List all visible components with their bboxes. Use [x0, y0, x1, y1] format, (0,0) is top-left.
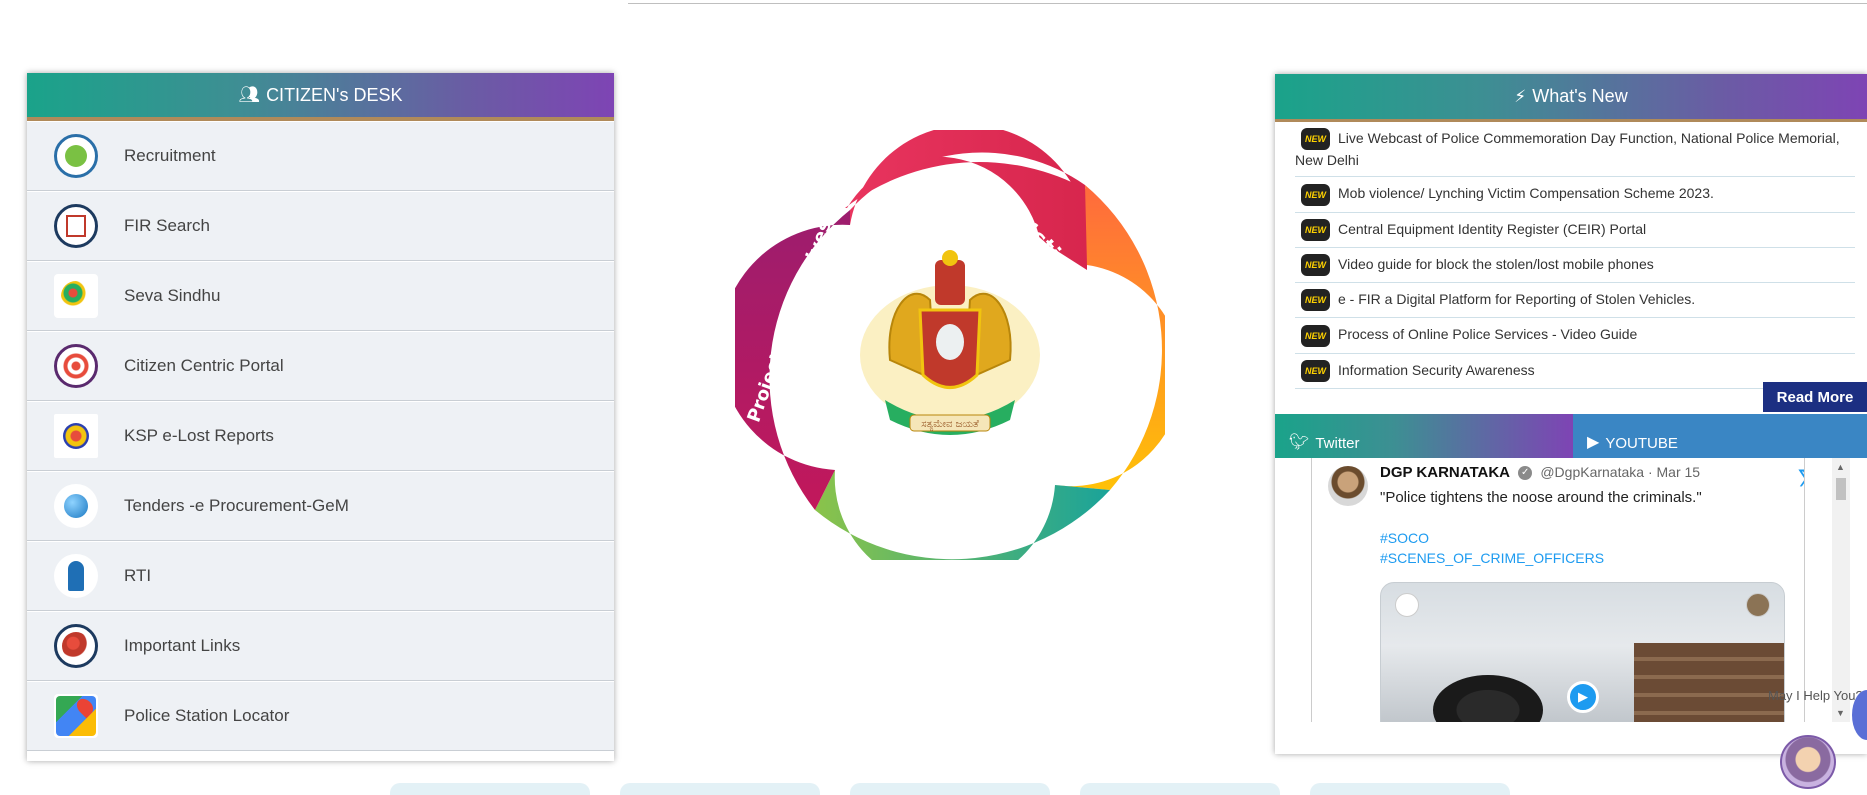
ksp-emblem-icon: [54, 414, 98, 458]
whats-new-panel: ⚡︎ What's New NEW Live Webcast of Police …: [1275, 74, 1867, 754]
desk-item-important-links[interactable]: Important Links: [27, 611, 614, 681]
tweet-body: "Police tightens the noose around the cr…: [1380, 488, 1780, 568]
news-item[interactable]: NEW Video guide for block the stolen/lost…: [1295, 248, 1855, 284]
seva-sindhu-icon: [54, 274, 98, 318]
news-item[interactable]: NEW Live Webcast of Police Commemoration …: [1295, 122, 1855, 178]
scroll-down-icon[interactable]: ▼: [1836, 708, 1845, 718]
desk-item-label: KSP e-Lost Reports: [124, 426, 274, 445]
x-logo-icon[interactable]: 𝕏: [1798, 466, 1804, 492]
top-divider: [628, 3, 1867, 4]
wheel-label-gallery: Gallery: [1122, 305, 1146, 385]
news-item[interactable]: NEW e - FIR a Digital Platform for Report…: [1295, 283, 1855, 319]
users-icon: 👥︎: [238, 85, 261, 104]
new-badge-icon: NEW: [1301, 128, 1330, 151]
desk-item-ksp-e-lost-reports[interactable]: KSP e-Lost Reports: [27, 401, 614, 471]
twitter-bird-icon: 🐦︎: [1289, 434, 1310, 451]
tweet-handle-date[interactable]: @DgpKarnataka · Mar 15: [1540, 464, 1700, 480]
chatbot-avatar-icon[interactable]: [1780, 735, 1836, 789]
wheel-label-ksp-in: KSP IN: [919, 506, 995, 530]
desk-item-label: Police Station Locator: [124, 706, 290, 725]
bottom-card[interactable]: [620, 783, 820, 795]
bottom-cards: [390, 783, 1510, 795]
bolt-icon: ⚡︎: [1514, 86, 1527, 106]
emblem-logo-icon: [1395, 593, 1419, 617]
news-item-text: Mob violence/ Lynching Victim Compensati…: [1338, 185, 1714, 202]
tweet-header: DGP KARNATAKA ✓ @DgpKarnataka · Mar 15: [1380, 464, 1700, 481]
whats-new-title: What's New: [1532, 86, 1628, 106]
citizens-desk-title: CITIZEN's DESK: [266, 84, 403, 105]
fir-search-icon: [54, 204, 98, 248]
books-image: [1634, 643, 1784, 722]
play-icon[interactable]: ▶: [1567, 681, 1599, 713]
news-item-text: Information Security Awareness: [1338, 361, 1535, 378]
new-badge-icon: NEW: [1301, 324, 1330, 347]
target-icon: [54, 344, 98, 388]
desk-item-label: Citizen Centric Portal: [124, 356, 284, 375]
news-item-text: Process of Online Police Services - Vide…: [1338, 326, 1638, 343]
rti-person-icon: [54, 554, 98, 598]
hashtag-link[interactable]: #SCENES_OF_CRIME_OFFICERS: [1380, 548, 1780, 568]
desk-item-tenders[interactable]: Tenders -e Procurement-GeM: [27, 471, 614, 541]
tweet-author-name[interactable]: DGP KARNATAKA: [1380, 464, 1510, 481]
new-badge-icon: NEW: [1301, 183, 1330, 206]
desk-item-recruitment[interactable]: Recruitment: [27, 121, 614, 191]
citizens-desk-list: Recruitment FIR Search Seva Sindhu Citiz…: [27, 121, 614, 751]
desk-item-label: FIR Search: [124, 216, 210, 235]
emblem-motto: ಸತ್ಯಮೇವ ಜಯತೆ: [921, 419, 979, 431]
google-maps-icon: [54, 694, 98, 738]
new-badge-icon: NEW: [1301, 289, 1330, 312]
scroll-thumb[interactable]: [1836, 478, 1846, 500]
gavel-image: [1433, 675, 1543, 722]
bottom-card[interactable]: [1310, 783, 1510, 795]
new-badge-icon: NEW: [1301, 218, 1330, 241]
procurement-globe-icon: [54, 484, 98, 528]
news-item-text: e - FIR a Digital Platform for Reporting…: [1338, 291, 1696, 308]
tweet-video-thumbnail[interactable]: ▶: [1380, 582, 1785, 722]
desk-item-citizen-centric-portal[interactable]: Citizen Centric Portal: [27, 331, 614, 401]
twitter-feed[interactable]: DGP KARNATAKA ✓ @DgpKarnataka · Mar 15 𝕏…: [1311, 458, 1805, 722]
citizens-desk-panel: 👥︎ CITIZEN's DESK Recruitment FIR Search…: [27, 73, 614, 761]
tweet-text: "Police tightens the noose around the cr…: [1380, 489, 1702, 506]
bottom-card[interactable]: [1080, 783, 1280, 795]
help-prompt[interactable]: May I Help You?: [1768, 688, 1863, 703]
whats-new-header: ⚡︎ What's New: [1275, 74, 1867, 122]
desk-item-police-station-locator[interactable]: Police Station Locator: [27, 681, 614, 751]
verified-icon: ✓: [1518, 466, 1533, 481]
news-item[interactable]: NEW Process of Online Police Services - V…: [1295, 318, 1855, 354]
news-item-text: Live Webcast of Police Commemoration Day…: [1295, 130, 1840, 169]
desk-item-label: Seva Sindhu: [124, 286, 221, 305]
news-item[interactable]: NEW Mob violence/ Lynching Victim Compens…: [1295, 177, 1855, 213]
avatar[interactable]: [1328, 466, 1368, 506]
tab-twitter[interactable]: 🐦︎ Twitter: [1275, 414, 1573, 466]
whats-new-list: NEW Live Webcast of Police Commemoration …: [1275, 122, 1867, 400]
news-item-text: Video guide for block the stolen/lost mo…: [1338, 255, 1654, 272]
new-badge-icon: NEW: [1301, 360, 1330, 383]
read-more-button[interactable]: Read More: [1763, 382, 1867, 412]
desk-item-label: Important Links: [124, 636, 241, 655]
hashtag-link[interactable]: #SOCO: [1380, 528, 1780, 548]
desk-item-label: Recruitment: [124, 146, 216, 165]
tab-twitter-label: Twitter: [1315, 435, 1360, 452]
feed-scrollbar[interactable]: ▲ ▼: [1832, 458, 1850, 722]
youtube-icon: ▶︎: [1587, 434, 1600, 451]
new-badge-icon: NEW: [1301, 254, 1330, 277]
ksp-navigation-wheel: Departmental Statistics Gallery KSP IN K…: [735, 130, 1165, 560]
citizens-desk-header: 👥︎ CITIZEN's DESK: [27, 73, 614, 121]
dgp-logo-icon: [1746, 593, 1770, 617]
world-globe-icon: [54, 624, 98, 668]
desk-item-fir-search[interactable]: FIR Search: [27, 191, 614, 261]
tab-youtube[interactable]: ▶︎ YOUTUBE: [1573, 414, 1867, 458]
desk-item-label: RTI: [124, 566, 152, 585]
news-item[interactable]: NEW Central Equipment Identity Register (…: [1295, 213, 1855, 248]
desk-item-label: Tenders -e Procurement-GeM: [124, 496, 349, 515]
social-tabs: 🐦︎ Twitter ▶︎ YOUTUBE: [1275, 414, 1867, 466]
desk-item-rti[interactable]: RTI: [27, 541, 614, 611]
recruitment-icon: [54, 134, 98, 178]
scroll-up-icon[interactable]: ▲: [1836, 462, 1845, 472]
bottom-card[interactable]: [850, 783, 1050, 795]
desk-item-seva-sindhu[interactable]: Seva Sindhu: [27, 261, 614, 331]
bottom-card[interactable]: [390, 783, 590, 795]
news-item-text: Central Equipment Identity Register (CEI…: [1338, 220, 1647, 237]
tab-youtube-label: YOUTUBE: [1605, 435, 1678, 452]
